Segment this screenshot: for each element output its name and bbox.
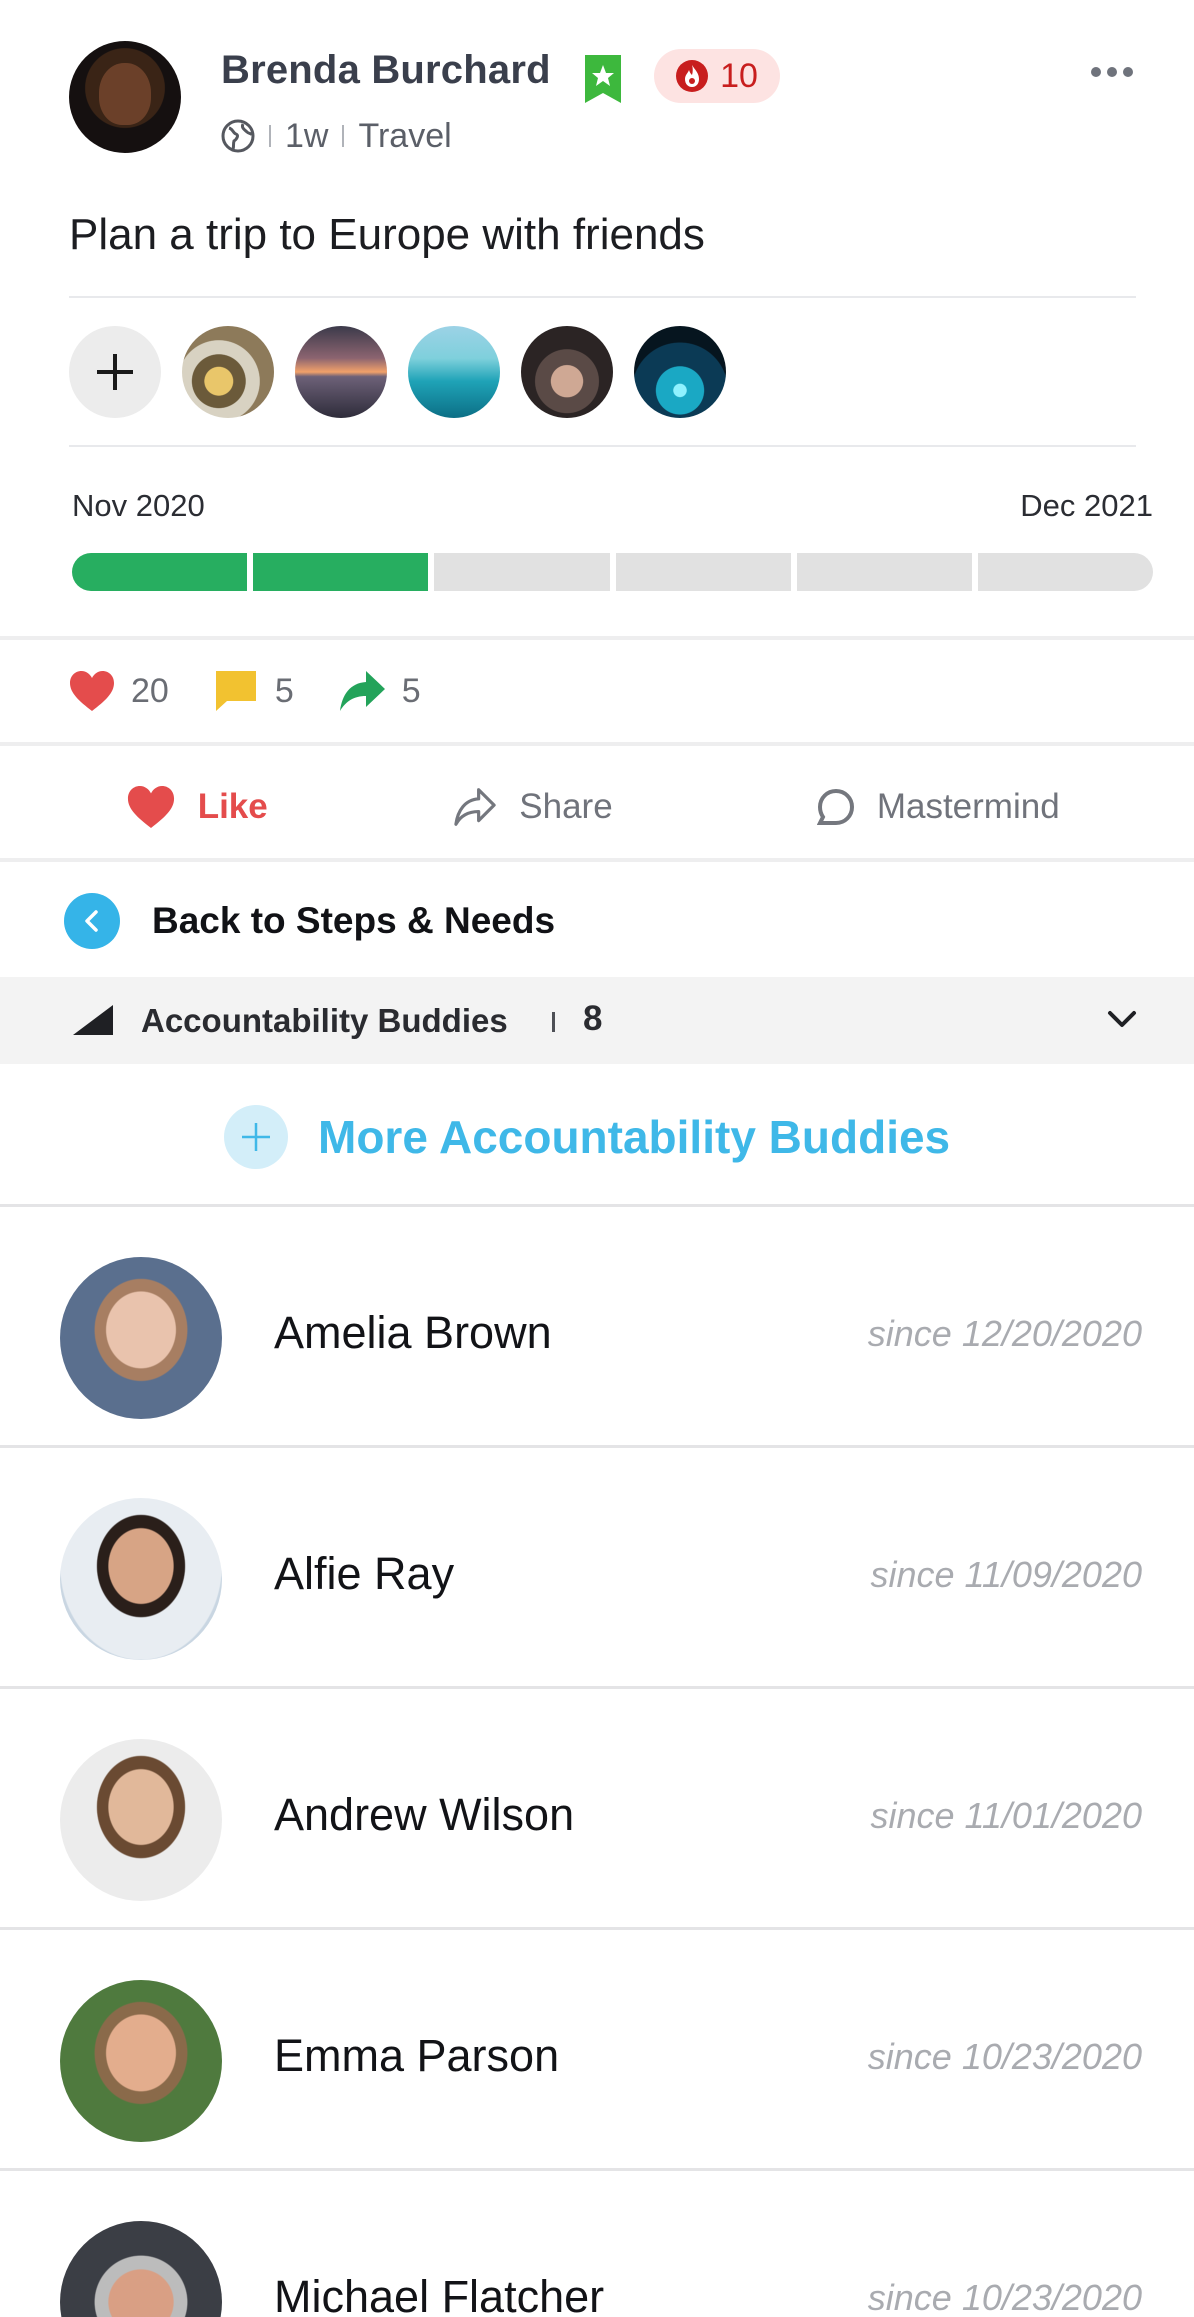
post-actions: Like Share Mastermind <box>0 752 1194 862</box>
plus-icon <box>97 354 133 390</box>
progress-segment <box>977 553 1154 591</box>
divider <box>0 742 1194 746</box>
back-label: Back to Steps & Needs <box>152 900 556 941</box>
flame-icon <box>676 60 709 92</box>
globe-icon <box>221 119 255 153</box>
author-avatar[interactable] <box>69 41 181 153</box>
buddy-row[interactable]: Andrew Wilson since 11/01/2020 <box>0 1686 1194 1926</box>
progress-segment <box>434 553 610 591</box>
heart-icon <box>127 786 174 828</box>
buddy-avatar <box>60 1257 222 1419</box>
post-time: 1w <box>285 116 329 155</box>
like-button[interactable]: Like <box>0 785 393 829</box>
streak-count: 10 <box>720 56 758 95</box>
back-arrow-icon <box>64 893 120 949</box>
buddy-row[interactable]: Michael Flatcher since 10/23/2020 <box>0 2168 1194 2317</box>
timeline-progress-bar <box>72 553 1154 591</box>
share-icon <box>454 788 496 826</box>
progress-segment <box>615 553 791 591</box>
bottles-thumbnail[interactable] <box>182 326 274 418</box>
buddies-count: 8 <box>583 999 603 1038</box>
divider <box>0 858 1194 862</box>
add-media-button[interactable] <box>69 326 161 418</box>
progress-segment <box>72 553 248 591</box>
streak-badge: 10 <box>654 49 780 103</box>
progress-segment <box>253 553 429 591</box>
buddy-name: Michael Flatcher <box>274 2271 605 2317</box>
post-stats: 20 5 5 <box>69 665 465 717</box>
concert-lights-thumbnail[interactable] <box>634 326 726 418</box>
timeline-start-date: Nov 2020 <box>72 488 205 523</box>
buddy-row[interactable]: Amelia Brown since 12/20/2020 <box>0 1204 1194 1444</box>
progress-segment <box>796 553 972 591</box>
buddy-avatar <box>60 1980 222 2142</box>
comment-icon <box>215 671 256 711</box>
buddy-name: Amelia Brown <box>274 1307 552 1358</box>
buddy-avatar <box>60 1739 222 1901</box>
section-separator <box>552 1012 555 1032</box>
divider <box>0 636 1194 640</box>
mastermind-label: Mastermind <box>876 787 1060 826</box>
likes-count: 20 <box>131 671 169 710</box>
corner-triangle-icon <box>73 1005 113 1035</box>
post-meta: 1w Travel <box>221 112 452 160</box>
friends-car-thumbnail[interactable] <box>521 326 613 418</box>
back-to-steps-button[interactable]: Back to Steps & Needs <box>64 893 555 949</box>
buddy-row[interactable]: Emma Parson since 10/23/2020 <box>0 1927 1194 2167</box>
lagoon-swing-thumbnail[interactable] <box>408 326 500 418</box>
share-button[interactable]: Share <box>383 787 682 827</box>
buddy-avatar <box>60 2221 222 2317</box>
sunset-sea-thumbnail[interactable] <box>295 326 387 418</box>
heart-icon <box>70 671 114 711</box>
divider <box>69 445 1136 447</box>
buddy-name: Emma Parson <box>274 2030 560 2081</box>
like-label: Like <box>197 787 268 826</box>
buddy-since-date: since 11/09/2020 <box>870 1554 1142 1595</box>
more-buddies-button[interactable]: More Accountability Buddies <box>224 1105 950 1169</box>
chat-bubble-icon <box>816 788 854 825</box>
likes-stat[interactable]: 20 <box>69 670 169 712</box>
shares-count: 5 <box>401 671 421 710</box>
chevron-down-icon[interactable] <box>1102 1005 1142 1035</box>
mastermind-button[interactable]: Mastermind <box>683 787 1194 827</box>
post-category[interactable]: Travel <box>358 117 451 156</box>
post-title: Plan a trip to Europe with friends <box>69 210 705 259</box>
plus-circle-icon <box>224 1105 288 1169</box>
more-options-icon[interactable] <box>1085 60 1139 84</box>
buddy-row[interactable]: Alfie Ray since 11/09/2020 <box>0 1445 1194 1685</box>
buddy-since-date: since 11/01/2020 <box>870 1795 1142 1836</box>
buddy-name: Alfie Ray <box>274 1548 455 1599</box>
author-name[interactable]: Brenda Burchard <box>221 48 551 93</box>
shares-stat[interactable]: 5 <box>338 669 421 713</box>
comments-count: 5 <box>274 671 294 710</box>
buddy-avatar <box>60 1498 222 1660</box>
verified-star-badge-icon <box>585 55 621 103</box>
buddy-name: Andrew Wilson <box>274 1789 575 1840</box>
buddy-since-date: since 10/23/2020 <box>867 2277 1142 2317</box>
timeline-end-date: Dec 2021 <box>1020 488 1153 523</box>
more-buddies-label: More Accountability Buddies <box>318 1111 951 1163</box>
buddy-since-date: since 12/20/2020 <box>867 1313 1142 1354</box>
buddy-since-date: since 10/23/2020 <box>867 2036 1142 2077</box>
share-label: Share <box>519 787 613 826</box>
comments-stat[interactable]: 5 <box>213 669 294 713</box>
share-arrow-icon <box>339 671 385 711</box>
divider <box>69 296 1136 298</box>
section-title: Accountability Buddies <box>141 1002 508 1039</box>
